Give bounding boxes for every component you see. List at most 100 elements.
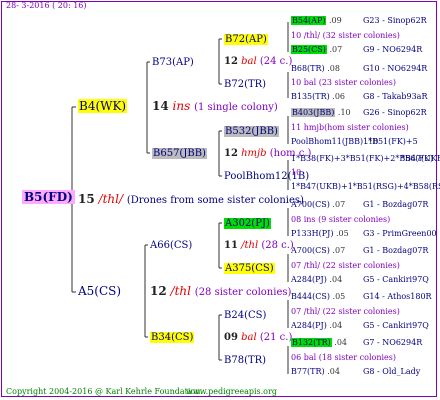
g4-right: G7 - NO6294R [363,338,423,347]
g3-note-5: (28 c.) [261,240,294,251]
g4-id: A700(CS) [291,246,330,255]
g3-id-3: B532(JBB) [224,126,279,137]
g2-lower-bottom[interactable]: B34(CS) [150,331,195,344]
g4-line: 10 [291,168,302,177]
g4-row[interactable]: B444(CS) .05 G14 - Athos180R [291,292,432,302]
g3-node-1[interactable]: B72(AP) [224,33,268,46]
pedigree-chart: { "header":{"date_text":"28- 3-2016 ( 20… [0,0,440,400]
g3-mark-1: bal [241,56,257,67]
footer-copyright: Copyright 2004-2016 @ Karl Kehrle Founda… [6,387,203,396]
g3-id-5: A302(PJ) [224,218,271,229]
g4-line: 10 /thl/ (32 sister colonies) [291,31,400,40]
g4-right: G3 - PrimGreen00 [363,229,437,238]
g4-id: PoolBhom11(JBB) [291,137,364,146]
g4-num: .10 [335,108,351,117]
root-year: 15 [78,192,95,206]
g4-right: G26 - Sinop62R [363,108,427,117]
g4-row: 11 hmjb(hom sister colonies) [291,123,409,133]
g2-upper-bottom-id: B657(JBB) [152,148,207,159]
g4-num: .09 [326,16,342,25]
root-node[interactable]: B5(FD) [22,190,75,205]
g1-lower-node[interactable]: A5(CS) [78,284,121,299]
g4-line: 08 ins (9 sister colonies) [291,215,391,224]
g1-upper-info: 14 ins (1 single colony) [152,99,278,115]
g2-upper-bottom[interactable]: B657(JBB) [152,147,207,160]
g4-row[interactable]: A700(CS) .07 G1 - Bozdag07R [291,246,428,256]
g1-lower-year: 12 [150,284,167,298]
g3-node-6[interactable]: A375(CS) [224,262,275,275]
g4-num: .04 [326,275,343,284]
g4-right: *B47(UKB)+1*B5 [401,154,440,163]
g4-num: .08 [324,64,340,73]
g4-id: B135(TR) [291,92,330,101]
g3-year-3: 12 [224,148,238,159]
root-info: 15 /thl/ (Drones from some sister coloni… [78,192,304,208]
g1-upper-id: B4(WK) [78,99,128,113]
g4-row[interactable]: PoolBhom11(JBB) .10 1*B51(FK)+5 [291,137,418,147]
g4-row: 10 bal (23 sister colonies) [291,78,396,88]
g4-num: .07 [329,246,346,255]
g4-right: G5 - Cankiri97Q [363,321,429,330]
g4-row: 10 /thl/ (32 sister colonies) [291,31,400,41]
g4-row: 06 bal (18 sister colonies) [291,353,396,363]
g3-mark-5: /thl [241,240,259,251]
g4-line: 06 bal (18 sister colonies) [291,353,396,362]
g4-num: .05 [330,292,346,301]
g3-year-1: 12 [224,56,238,67]
g4-row: 10 [291,168,301,178]
g4-row[interactable]: 1*B38(FK)+3*B51(FK)+2*B56(FK)*B47(UKB)+1… [291,154,440,164]
g4-row[interactable]: B68(TR) .08 G10 - NO6294R [291,64,427,74]
g4-row[interactable]: A284(PJ) .04 G5 - Cankiri97Q [291,321,429,331]
g1-upper-node[interactable]: B4(WK) [78,99,128,114]
g3-id-1: B72(AP) [224,34,268,45]
root-note: (Drones from some sister colonies) [126,195,304,206]
g4-row[interactable]: B132(TR) .04 G7 - NO6294R [291,338,422,348]
g4-row: 07 /thl/ (22 sister colonies) [291,261,400,271]
g3-info-7: 09 bal (21 c.) [224,331,292,344]
g3-year-7: 09 [224,332,238,343]
g4-row[interactable]: B25(CS) .07 G9 - NO6294R [291,45,422,55]
g3-id-6: A375(CS) [224,263,275,274]
g4-right: G8 - Old_Lady [363,367,421,376]
g4-row[interactable]: B403(JBB) .10 G26 - Sinop62R [291,108,427,118]
g4-num: .07 [329,200,346,209]
g4-id: B25(CS) [291,45,327,54]
g1-lower-note: (28 sister colonies) [194,287,292,298]
g3-node-7[interactable]: B24(CS) [224,309,266,322]
g3-node-8[interactable]: B78(TR) [224,354,266,367]
g2-lower-top[interactable]: A66(CS) [150,239,192,252]
g4-num: .06 [329,92,346,101]
g4-num: .05 [333,229,349,238]
g4-row: 07 /thl/ (22 sister colonies) [291,307,400,317]
g4-line: 07 /thl/ (22 sister colonies) [291,307,400,316]
g3-note-7: (21 c.) [259,332,293,343]
g4-line: 10 bal (23 sister colonies) [291,78,396,87]
g4-id: B403(JBB) [291,108,336,117]
g3-node-5[interactable]: A302(PJ) [224,217,271,230]
g3-node-2[interactable]: B72(TR) [224,78,266,91]
g4-row[interactable]: 1*B47(UKB)+1*B51(RSG)+4*B58(RSG)+ [291,182,440,192]
g4-row[interactable]: A700(CS) .07 G1 - Bozdag07R [291,200,428,210]
g3-node-3[interactable]: B532(JBB) [224,125,279,138]
g1-upper-year: 14 [152,99,169,113]
g1-lower-id: A5(CS) [78,284,122,298]
g4-row[interactable]: B54(AP) .09 G23 - Sinop62R [291,16,427,26]
g1-upper-mark: ins [172,99,191,113]
g4-right: G5 - Cankiri97Q [363,275,429,284]
g4-row[interactable]: A284(PJ) .04 G5 - Cankiri97Q [291,275,429,285]
g4-id: A700(CS) [291,200,330,209]
g4-line: 11 hmjb(hom sister colonies) [291,123,409,132]
g4-row[interactable]: B135(TR) .06 G8 - Takab93aR [291,92,427,102]
root-mark: /thl/ [98,192,124,206]
g4-id: A284(PJ) [291,275,327,284]
g4-right: 1*B51(FK)+5 [363,137,418,146]
g4-line: 07 /thl/ (22 sister colonies) [291,261,400,270]
g3-info-1: 12 bal (24 c.) [224,55,292,68]
g3-mark-3: hmjb [241,148,267,159]
g4-row[interactable]: P133H(PJ) .05 G3 - PrimGreen00 [291,229,437,239]
g2-upper-top[interactable]: B73(AP) [152,56,194,69]
footer-url[interactable]: www.pedigreeapis.org [186,387,277,397]
g4-id: B444(CS) [291,292,330,301]
g4-row[interactable]: B77(TR) .04 G8 - Old_Lady [291,367,420,377]
g1-lower-info: 12 /thl (28 sister colonies) [150,284,291,300]
